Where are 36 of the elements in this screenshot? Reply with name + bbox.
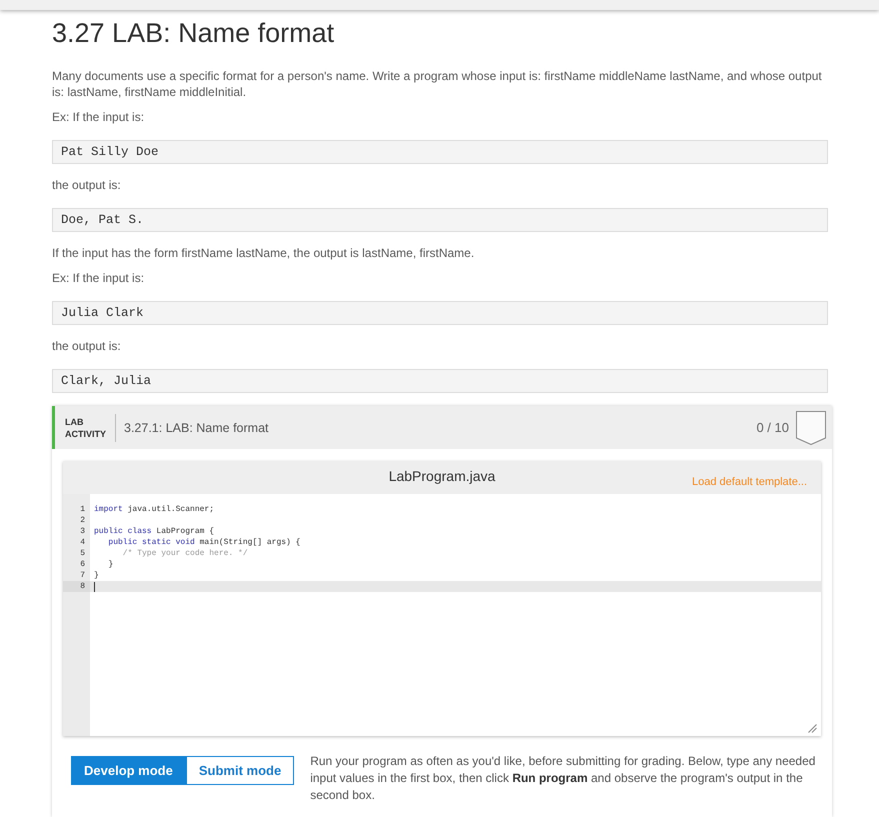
text-cursor bbox=[94, 582, 95, 592]
resize-handle-icon[interactable] bbox=[808, 724, 817, 733]
mode-button[interactable]: Develop mode bbox=[71, 756, 186, 785]
code-line: } bbox=[94, 570, 99, 581]
line-number: 2 bbox=[79, 515, 86, 526]
line-number: 4 bbox=[79, 537, 86, 548]
body-text: Many documents use a specific format for a person's name. Write a program whose input is: firstName middleName lastName, and whose output is: lastName, firstName middleInitial. bbox=[52, 68, 823, 100]
body-text: If the input has the form firstName lastName, the output is lastName, firstName. bbox=[52, 245, 476, 261]
code-line: public class LabProgram { bbox=[94, 526, 214, 537]
body-text: Ex: If the input is: bbox=[52, 109, 146, 125]
line-number: 1 bbox=[79, 504, 86, 515]
page-title: 3.27 LAB: Name format bbox=[52, 17, 336, 50]
code-example: Pat Silly Doe bbox=[52, 140, 828, 164]
code-line: } bbox=[107, 559, 114, 570]
code-line: public static void main(String[] args) { bbox=[107, 537, 300, 548]
code-input-field[interactable]: 1 2 3 4 5 6 7 8 import java.util.Scanner; public class LabProgram { public static void main(String[] args) { /* Type your code here. */ } } bbox=[63, 494, 821, 736]
line-number: 6 bbox=[79, 559, 86, 570]
activity-type-label: LAB ACTIVITY bbox=[65, 416, 108, 440]
mode-button[interactable]: Submit mode bbox=[186, 756, 294, 785]
code-line: /* Type your code here. */ bbox=[122, 548, 248, 559]
line-number: 5 bbox=[79, 548, 86, 559]
body-text: the output is: bbox=[52, 177, 122, 193]
body-text: Ex: If the input is: bbox=[52, 270, 146, 286]
line-number: 3 bbox=[79, 526, 86, 537]
body-text: the output is: bbox=[52, 338, 122, 354]
code-example: Julia Clark bbox=[52, 301, 828, 325]
code-line: import java.util.Scanner; bbox=[94, 504, 214, 515]
instructions-text: Run your program as often as you'd like, before submitting for grading. Below, type any needed input values in the first box, then click Run program and observe the program's output in the second box. bbox=[310, 753, 816, 804]
code-example: Doe, Pat S. bbox=[52, 208, 828, 232]
line-number: 7 bbox=[79, 570, 86, 581]
score-text: 0 / 10 bbox=[756, 420, 789, 435]
line-number: 8 bbox=[63, 581, 90, 592]
code-example: Clark, Julia bbox=[52, 369, 828, 393]
file-name: LabProgram.java bbox=[388, 468, 496, 484]
activity-title: 3.27.1: LAB: Name format bbox=[124, 420, 270, 434]
shield-icon bbox=[796, 410, 826, 444]
